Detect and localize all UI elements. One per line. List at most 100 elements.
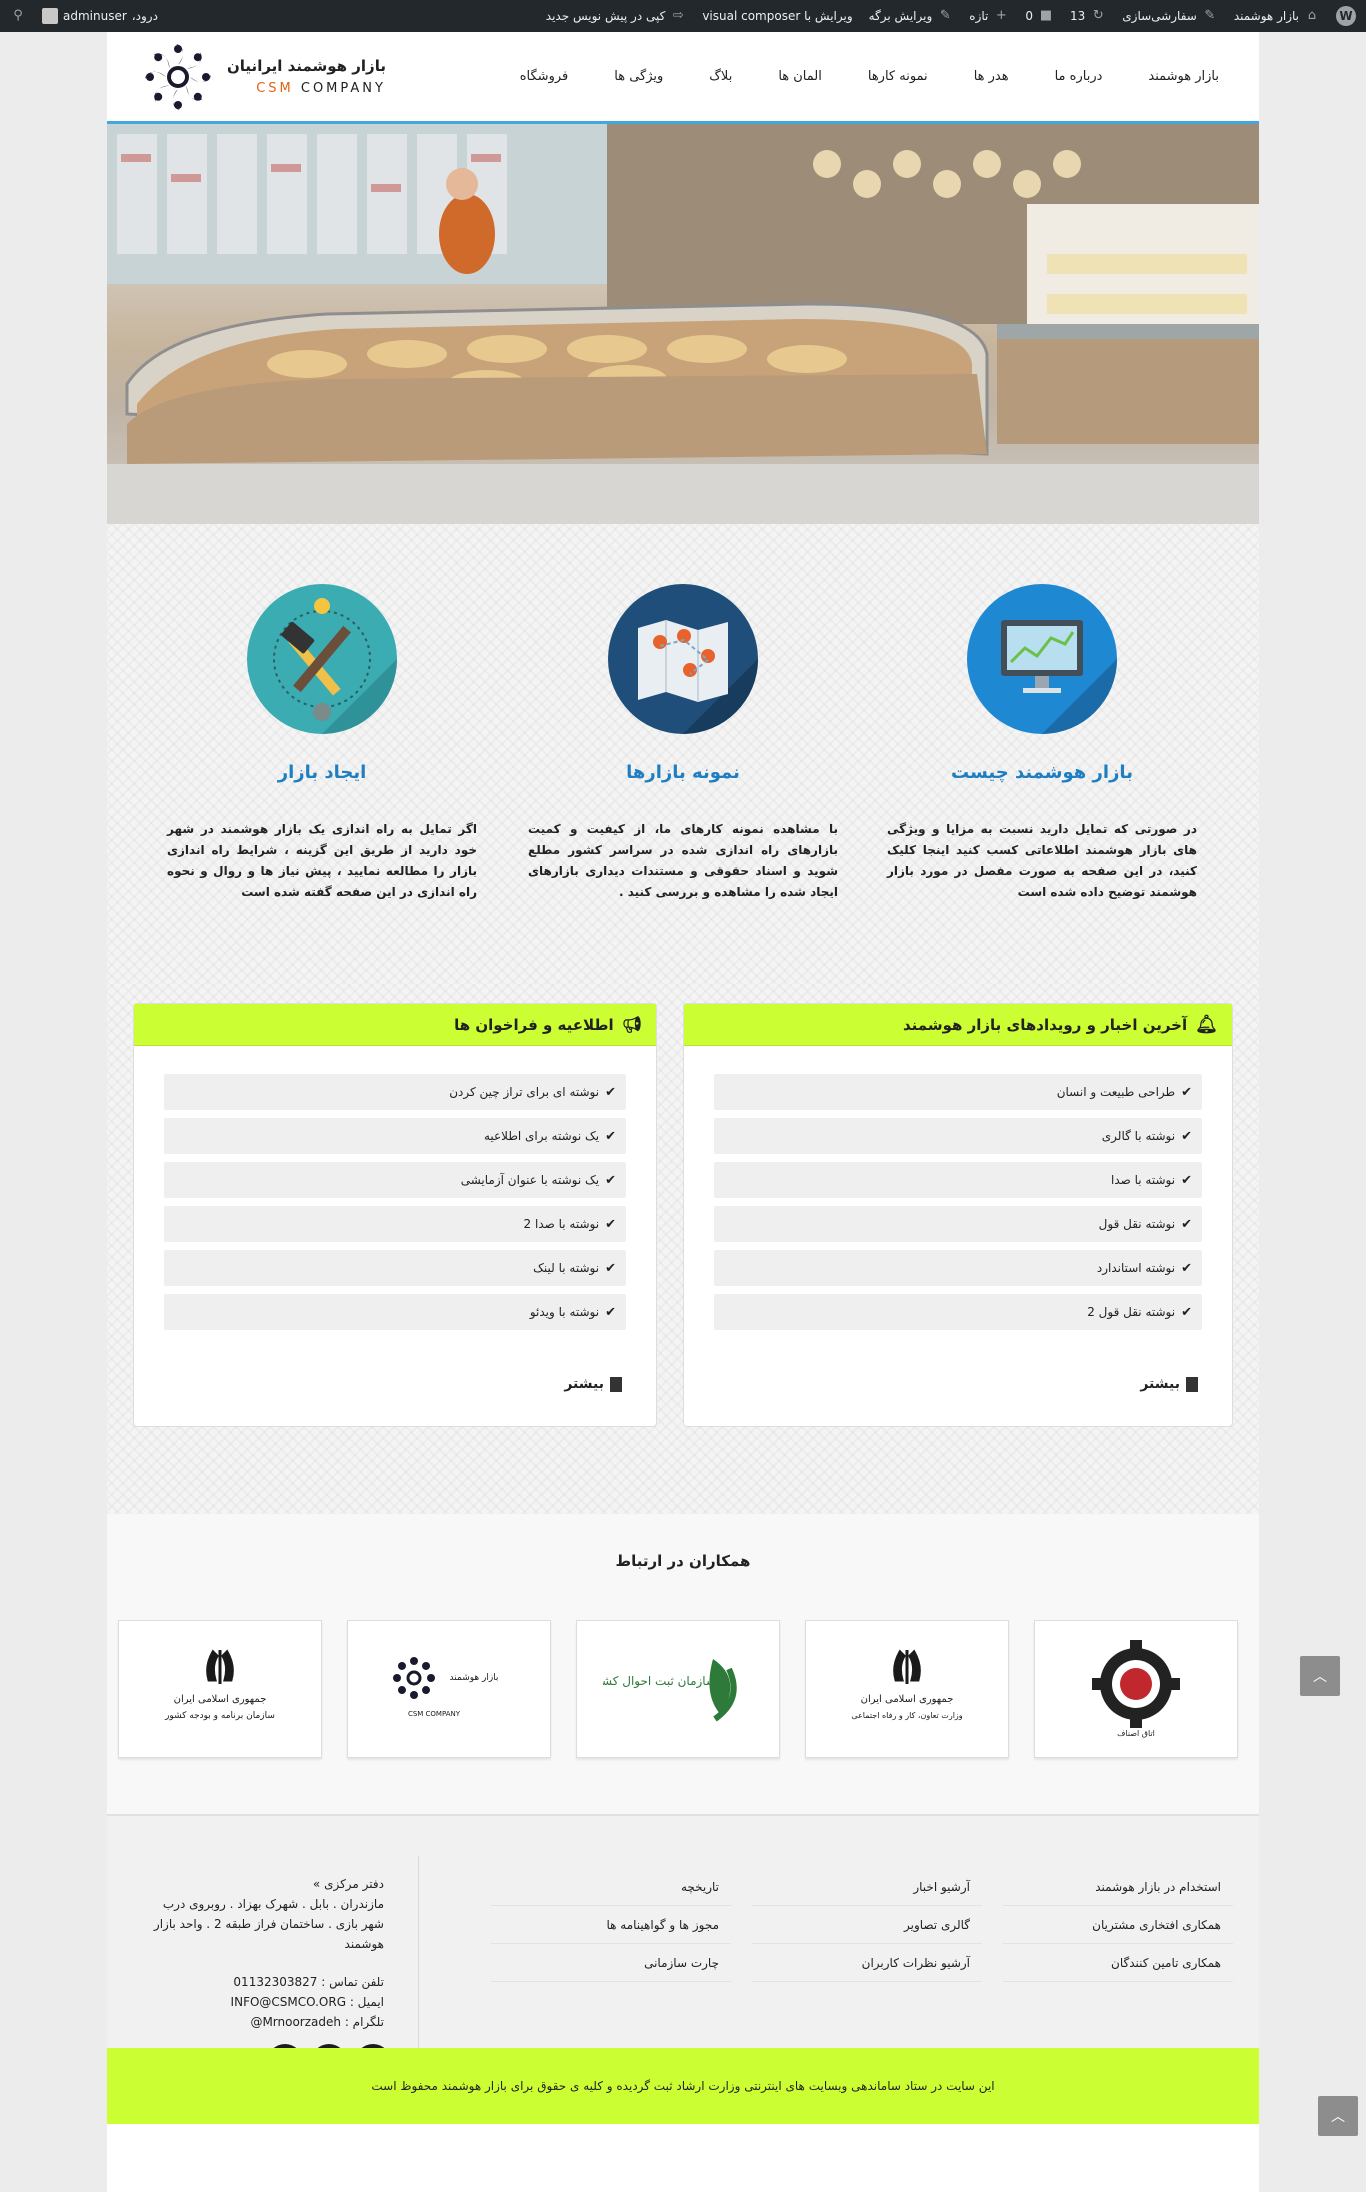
nav-item-portfolio[interactable]: نمونه کارها xyxy=(868,69,928,84)
check-icon: ✔ xyxy=(1181,1216,1192,1232)
list-item[interactable]: ✔ نوشته با ویدئو xyxy=(164,1294,626,1330)
feature-card-create-market[interactable]: ایجاد بازار اگر تمایل به راه اندازی یک ب… xyxy=(167,584,477,903)
check-icon: ✔ xyxy=(1181,1304,1192,1320)
office-phone: تلفن تماس : 01132303827 xyxy=(233,1975,384,1989)
list-item[interactable]: ✔ نوشته نقل قول 2 xyxy=(714,1294,1202,1330)
list-item[interactable]: ✔ طراحی طبیعت و انسان xyxy=(714,1074,1202,1110)
list-item[interactable]: ✔ نوشته با گالری xyxy=(714,1118,1202,1154)
feature-text: در صورتی که تمایل دارید نسبت به مزایا و … xyxy=(887,822,1197,899)
list-item[interactable]: ✔ نوشته استاندارد xyxy=(714,1250,1202,1286)
avatar xyxy=(42,8,58,24)
site-footer: استخدام در بازار هوشمند همکاری افتخاری م… xyxy=(107,1814,1259,2124)
footer-col-cooperation: استخدام در بازار هوشمند همکاری افتخاری م… xyxy=(1003,1868,1233,1982)
brand-company: CSM COMPANY xyxy=(256,81,386,96)
map-pins-icon xyxy=(608,584,758,734)
feature-card-smart-market[interactable]: بازار هوشمند چیست در صورتی که تمایل داری… xyxy=(887,584,1197,903)
search-icon[interactable]: ⚲ xyxy=(10,8,26,24)
list-item[interactable]: ✔ نوشته ای برای تراز چین کردن xyxy=(164,1074,626,1110)
iran-emblem-icon: جمهوری اسلامی ایران سازمان برنامه و بودج… xyxy=(164,1649,275,1721)
partner-logo-plan-org[interactable]: جمهوری اسلامی ایران سازمان برنامه و بودج… xyxy=(118,1620,322,1758)
partner-logo-civil-registry[interactable]: سازمان ثبت احوال کشور xyxy=(576,1620,780,1758)
nav-item-elements[interactable]: المان ها xyxy=(778,69,822,84)
check-icon: ✔ xyxy=(1181,1128,1192,1144)
list-item[interactable]: ✔ نوشته با لینک xyxy=(164,1250,626,1286)
brand-logo-icon xyxy=(145,43,211,110)
check-icon: ✔ xyxy=(605,1128,616,1144)
hammer-pencil-icon xyxy=(247,584,397,734)
csm-logo-icon: بازار هوشمند CSM COMPANY xyxy=(393,1657,499,1718)
office-title: دفتر مرکزی » xyxy=(312,1877,384,1891)
copyright-text: این سایت در ستاد ساماندهی وبسایت های این… xyxy=(371,2079,995,2093)
list-item[interactable]: ✔ یک نوشته با عنوان آزمایشی xyxy=(164,1162,626,1198)
copyright-bar: این سایت در ستاد ساماندهی وبسایت های این… xyxy=(107,2048,1259,2124)
nav-item-shop[interactable]: فروشگاه xyxy=(520,69,569,84)
plus-icon: + xyxy=(995,8,1007,23)
svg-text:بازار هوشمند: بازار هوشمند xyxy=(450,1673,499,1683)
admin-new[interactable]: + تازه xyxy=(969,8,1009,24)
more-notices-link[interactable]: بیشتر xyxy=(564,1376,622,1392)
office-telegram: تلگرام : Mrnoorzadeh@ xyxy=(250,2015,384,2029)
footer-link[interactable]: آرشیو اخبار xyxy=(752,1868,982,1906)
svg-text:وزارت تعاون، کار و رفاه اجتماع: وزارت تعاون، کار و رفاه اجتماعی xyxy=(851,1711,962,1720)
list-item[interactable]: ✔ نوشته با صدا 2 xyxy=(164,1206,626,1242)
admin-visual-composer[interactable]: ویرایش با visual composer xyxy=(702,9,852,23)
features-section: بازار هوشمند چیست در صورتی که تمایل داری… xyxy=(107,524,1259,984)
iran-emblem-icon: جمهوری اسلامی ایران وزارت تعاون، کار و ر… xyxy=(851,1649,963,1720)
footer-link[interactable]: همکاری تامین کنندگان xyxy=(1003,1944,1233,1982)
admin-account[interactable]: درود، adminuser xyxy=(42,8,158,24)
brand-name: بازار هوشمند ایرانیان xyxy=(227,57,386,75)
panel-title: آخرین اخبار و رویدادهای بازار هوشمند xyxy=(902,1015,1188,1034)
site-brand[interactable]: بازار هوشمند ایرانیان CSM COMPANY xyxy=(143,42,386,112)
admin-copy-draft[interactable]: ⇨ کپی در پیش نویس جدید xyxy=(546,8,687,24)
panel-title: اطلاعیه و فراخوان ها xyxy=(454,1015,614,1034)
partner-logo-labor-ministry[interactable]: جمهوری اسلامی ایران وزارت تعاون، کار و ر… xyxy=(805,1620,1009,1758)
feature-title: نمونه بازارها xyxy=(626,762,740,783)
footer-link[interactable]: استخدام در بازار هوشمند xyxy=(1003,1868,1233,1906)
check-icon: ✔ xyxy=(605,1304,616,1320)
check-icon: ✔ xyxy=(605,1216,616,1232)
feature-title: ایجاد بازار xyxy=(277,762,367,783)
admin-comments[interactable]: ■ 0 xyxy=(1025,8,1054,24)
admin-edit-page[interactable]: ✎ ویرایش برگه xyxy=(869,8,954,24)
partner-logo-gear[interactable]: اتاق اصناف xyxy=(1034,1620,1238,1758)
footer-link[interactable]: تاریخچه xyxy=(491,1868,731,1906)
scroll-top-button[interactable]: ︿ xyxy=(1300,1656,1340,1696)
footer-link[interactable]: آرشیو نظرات کاربران xyxy=(752,1944,982,1982)
list-item[interactable]: ✔ نوشته نقل قول xyxy=(714,1206,1202,1242)
nav-item-blog[interactable]: بلاگ xyxy=(709,69,732,84)
leaf-emblem-icon: سازمان ثبت احوال کشور xyxy=(603,1659,737,1722)
feature-title: بازار هوشمند چیست xyxy=(951,762,1133,783)
partner-logo-csm[interactable]: بازار هوشمند CSM COMPANY xyxy=(347,1620,551,1758)
nav-item-features[interactable]: ویژگی ها xyxy=(614,69,663,84)
wordpress-logo-icon[interactable]: W xyxy=(1336,6,1356,26)
supermarket-illustration xyxy=(107,124,1259,524)
footer-link[interactable]: همکاری افتخاری مشتریان xyxy=(1003,1906,1233,1944)
admin-updates[interactable]: ↻ 13 xyxy=(1070,8,1106,24)
footer-col-about: تاریخچه مجوز ها و گواهینامه ها چارت سازم… xyxy=(491,1868,731,1982)
list-item[interactable]: ✔ یک نوشته برای اطلاعیه xyxy=(164,1118,626,1154)
document-icon xyxy=(610,1376,622,1392)
nav-item-about[interactable]: درباره ما xyxy=(1055,69,1103,84)
monitor-chart-icon xyxy=(967,584,1117,734)
site-header: بازار هوشمند درباره ما هدر ها نمونه کاره… xyxy=(107,32,1259,124)
svg-text:سازمان ثبت احوال کشور: سازمان ثبت احوال کشور xyxy=(603,1674,716,1689)
footer-link[interactable]: مجوز ها و گواهینامه ها xyxy=(491,1906,731,1944)
nav-item-headers[interactable]: هدر ها xyxy=(974,69,1009,84)
scroll-top-button[interactable]: ︿ xyxy=(1318,2096,1358,2136)
check-icon: ✔ xyxy=(1181,1260,1192,1276)
megaphone-icon: 📢︎ xyxy=(621,1015,642,1034)
footer-link[interactable]: چارت سازمانی xyxy=(491,1944,731,1982)
more-news-link[interactable]: بیشتر xyxy=(1140,1376,1198,1392)
feature-card-samples[interactable]: نمونه بازارها با مشاهده نمونه کارهای ما،… xyxy=(528,584,838,903)
gear-emblem-icon: اتاق اصناف xyxy=(1092,1640,1180,1738)
dashboard-icon: ⌂ xyxy=(1307,8,1317,23)
nav-item-home[interactable]: بازار هوشمند xyxy=(1148,69,1219,84)
footer-link[interactable]: گالری تصاویر xyxy=(752,1906,982,1944)
check-icon: ✔ xyxy=(605,1260,616,1276)
admin-customize[interactable]: ✎ سفارشی‌سازی xyxy=(1122,8,1218,24)
chevron-up-icon: ︿ xyxy=(1313,1669,1327,1685)
admin-site-name[interactable]: ⌂ بازار هوشمند xyxy=(1234,8,1320,24)
check-icon: ✔ xyxy=(1181,1084,1192,1100)
bell-icon: 🔔︎ xyxy=(1195,1014,1218,1035)
list-item[interactable]: ✔ نوشته با صدا xyxy=(714,1162,1202,1198)
